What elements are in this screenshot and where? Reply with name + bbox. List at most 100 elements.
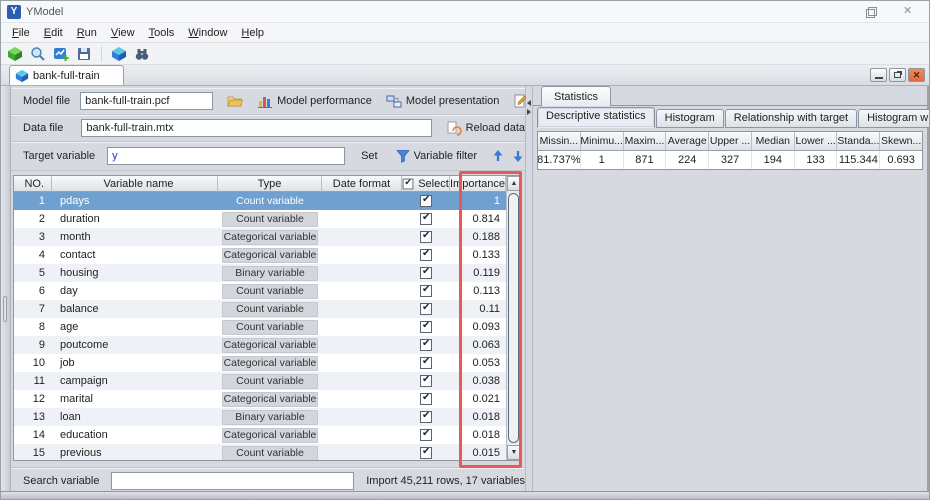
statistics-column-header[interactable]: Lower ...	[795, 132, 838, 151]
variable-filter-button[interactable]: Variable filter	[396, 149, 477, 163]
move-down-button[interactable]	[511, 149, 525, 163]
col-header-no[interactable]: NO.	[14, 176, 52, 192]
table-row[interactable]: 7 balance Count variable 0.11	[14, 300, 506, 318]
statistics-column-header[interactable]: Maxim...	[624, 132, 667, 151]
row-checkbox-checked[interactable]	[420, 231, 432, 243]
window-close-button[interactable]	[903, 6, 915, 18]
menu-item[interactable]: Tools	[142, 25, 182, 41]
statistics-subtab[interactable]: Relationship with target	[725, 109, 857, 128]
row-checkbox-checked[interactable]	[420, 339, 432, 351]
model-file-input[interactable]	[80, 92, 213, 110]
col-header-select[interactable]: Select	[402, 176, 450, 192]
col-header-name[interactable]: Variable name	[52, 176, 218, 192]
col-header-date[interactable]: Date format	[322, 176, 402, 192]
table-row[interactable]: 3 month Categorical variable 0.188	[14, 228, 506, 246]
date-format-cell[interactable]	[322, 192, 402, 210]
window-restore-button[interactable]	[865, 6, 877, 18]
variable-type-cell[interactable]: Binary variable	[218, 264, 322, 282]
statistics-column-header[interactable]: Skewn...	[880, 132, 922, 151]
date-format-cell[interactable]	[322, 210, 402, 228]
col-header-type[interactable]: Type	[218, 176, 322, 192]
table-row[interactable]: 2 duration Count variable 0.814	[14, 210, 506, 228]
table-row[interactable]: 8 age Count variable 0.093	[14, 318, 506, 336]
find-button[interactable]	[132, 44, 152, 63]
select-all-checkbox[interactable]	[403, 178, 414, 189]
date-format-cell[interactable]	[322, 336, 402, 354]
table-row[interactable]: 15 previous Count variable 0.015	[14, 444, 506, 461]
scroll-up-button[interactable]: ▲	[507, 176, 521, 191]
date-format-cell[interactable]	[322, 408, 402, 426]
variable-type-cell[interactable]: Categorical variable	[218, 228, 322, 246]
date-format-cell[interactable]	[322, 390, 402, 408]
menu-item[interactable]: Window	[181, 25, 234, 41]
variable-type-cell[interactable]: Count variable	[218, 444, 322, 461]
new-model-button[interactable]	[51, 44, 71, 63]
variable-type-cell[interactable]: Count variable	[218, 372, 322, 390]
date-format-cell[interactable]	[322, 246, 402, 264]
left-splitter[interactable]	[1, 86, 11, 491]
variable-type-cell[interactable]: Count variable	[218, 300, 322, 318]
scrollbar-thumb[interactable]	[508, 193, 519, 443]
row-checkbox-checked[interactable]	[420, 213, 432, 225]
variable-type-cell[interactable]: Count variable	[218, 318, 322, 336]
table-row[interactable]: 1 pdays Count variable 1	[14, 192, 506, 210]
variable-type-cell[interactable]: Binary variable	[218, 408, 322, 426]
table-row[interactable]: 12 marital Categorical variable 0.021	[14, 390, 506, 408]
table-row[interactable]: 6 day Count variable 0.113	[14, 282, 506, 300]
variable-type-cell[interactable]: Count variable	[218, 282, 322, 300]
panel-splitter[interactable]	[526, 86, 533, 491]
menu-item[interactable]: Run	[70, 25, 104, 41]
open-model-button[interactable]	[109, 44, 129, 63]
table-row[interactable]: 4 contact Categorical variable 0.133	[14, 246, 506, 264]
statistics-column-header[interactable]: Missin...	[538, 132, 581, 151]
row-checkbox-checked[interactable]	[420, 393, 432, 405]
row-checkbox-checked[interactable]	[420, 357, 432, 369]
tab-statistics[interactable]: Statistics	[541, 86, 611, 106]
row-checkbox-checked[interactable]	[420, 195, 432, 207]
date-format-cell[interactable]	[322, 318, 402, 336]
statistics-column-header[interactable]: Median	[752, 132, 795, 151]
save-button[interactable]	[74, 44, 94, 63]
move-up-button[interactable]	[491, 149, 505, 163]
frame-restore-button[interactable]	[889, 68, 906, 82]
reload-data-button[interactable]: Reload data	[446, 120, 525, 136]
menu-item[interactable]: View	[104, 25, 142, 41]
model-performance-button[interactable]: Model performance	[257, 93, 372, 109]
table-row[interactable]: 13 loan Binary variable 0.018	[14, 408, 506, 426]
variable-type-cell[interactable]: Categorical variable	[218, 354, 322, 372]
model-presentation-button[interactable]: Model presentation	[386, 93, 500, 109]
table-scrollbar[interactable]: ▲ ▼	[506, 176, 520, 460]
statistics-column-header[interactable]: Minimu...	[581, 132, 624, 151]
preview-button[interactable]	[28, 44, 48, 63]
date-format-cell[interactable]	[322, 300, 402, 318]
statistics-column-header[interactable]: Upper ...	[709, 132, 752, 151]
document-tab[interactable]: bank-full-train	[9, 65, 124, 85]
statistics-subtab[interactable]: Descriptive statistics	[537, 107, 655, 128]
variable-type-cell[interactable]: Count variable	[218, 210, 322, 228]
menu-item[interactable]: Help	[234, 25, 271, 41]
collapse-left-icon[interactable]	[527, 100, 531, 106]
statistics-subtab[interactable]: Histogram	[656, 109, 724, 128]
statistics-column-header[interactable]: Average	[666, 132, 709, 151]
row-checkbox-checked[interactable]	[420, 429, 432, 441]
set-target-button[interactable]: Set	[361, 150, 378, 162]
statistics-subtab[interactable]: Histogram with target	[858, 109, 930, 128]
menu-item[interactable]: Edit	[37, 25, 70, 41]
splitter-grip[interactable]	[3, 296, 7, 322]
table-row[interactable]: 9 poutcome Categorical variable 0.063	[14, 336, 506, 354]
col-header-importance[interactable]: Importance	[450, 176, 506, 192]
variable-type-cell[interactable]: Count variable	[218, 192, 322, 210]
frame-minimize-button[interactable]	[870, 68, 887, 82]
variable-type-cell[interactable]: Categorical variable	[218, 390, 322, 408]
scroll-down-button[interactable]: ▼	[507, 445, 521, 460]
date-format-cell[interactable]	[322, 426, 402, 444]
date-format-cell[interactable]	[322, 444, 402, 461]
variable-type-cell[interactable]: Categorical variable	[218, 426, 322, 444]
row-checkbox-checked[interactable]	[420, 249, 432, 261]
row-checkbox-checked[interactable]	[420, 375, 432, 387]
date-format-cell[interactable]	[322, 282, 402, 300]
table-row[interactable]: 11 campaign Count variable 0.038	[14, 372, 506, 390]
date-format-cell[interactable]	[322, 228, 402, 246]
row-checkbox-checked[interactable]	[420, 447, 432, 459]
data-file-input[interactable]	[81, 119, 431, 137]
